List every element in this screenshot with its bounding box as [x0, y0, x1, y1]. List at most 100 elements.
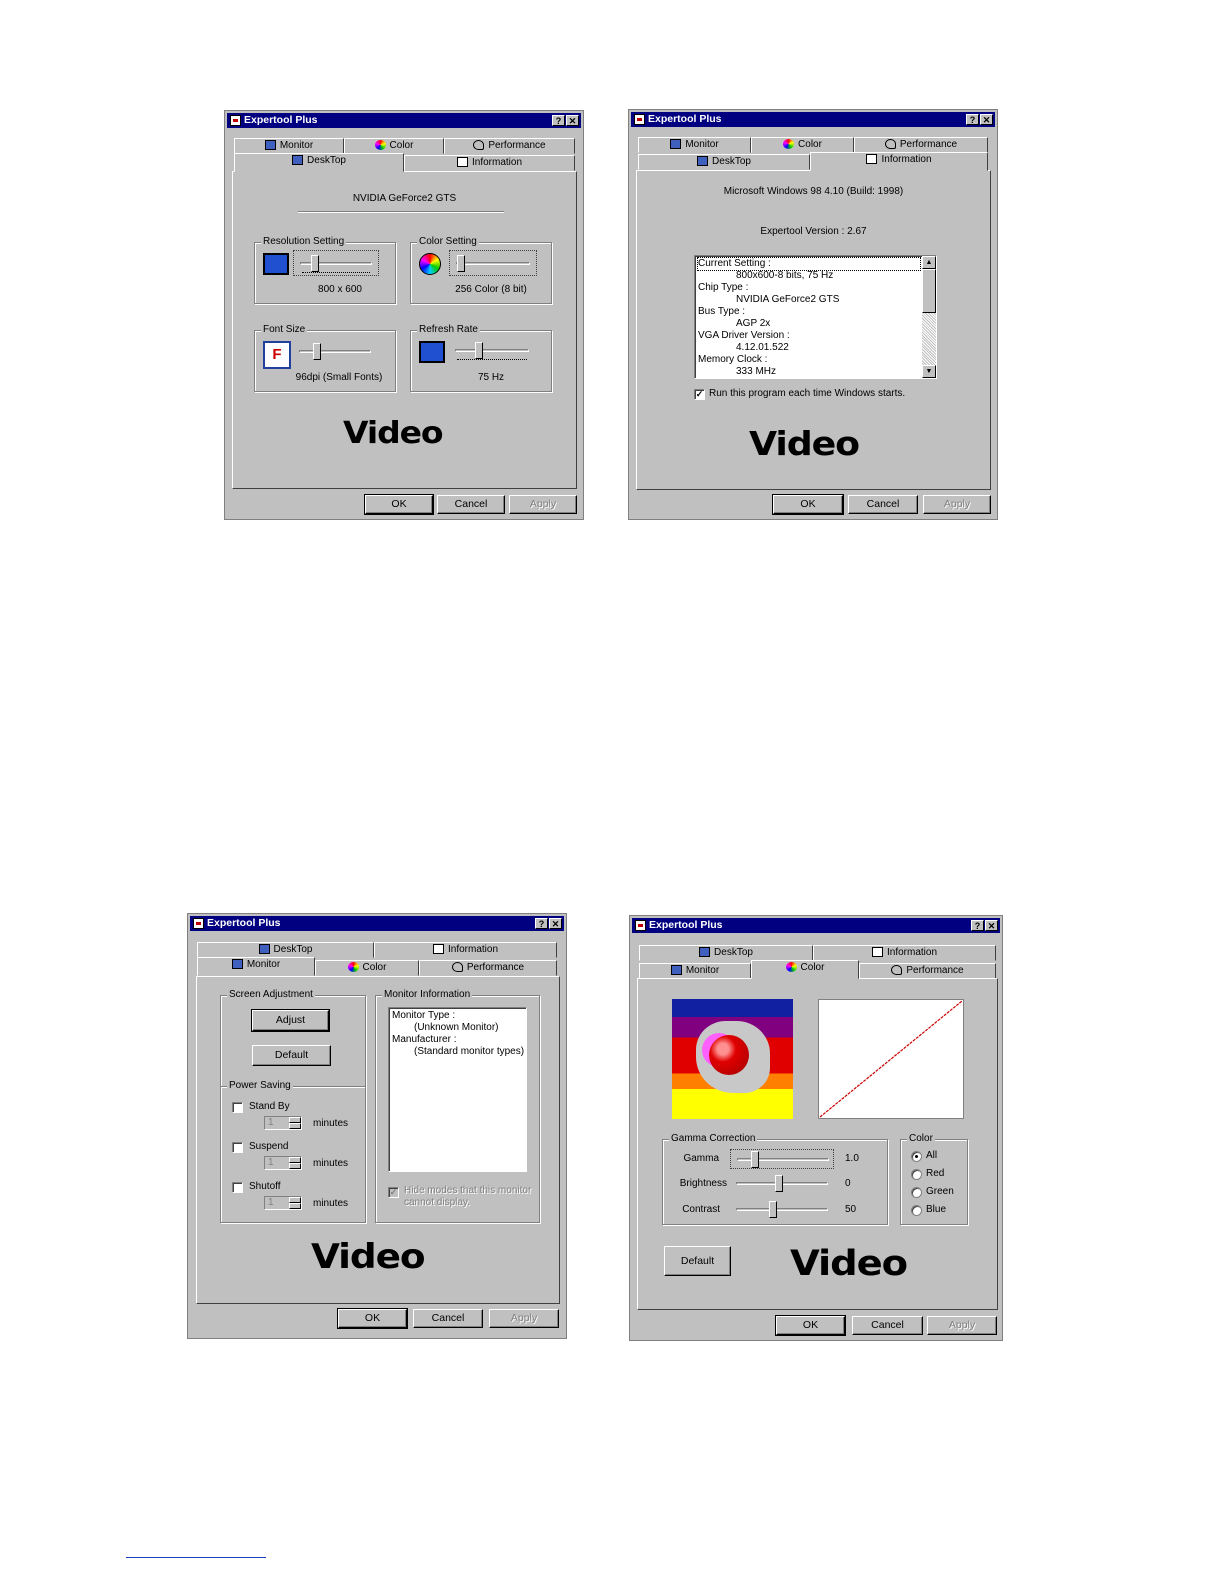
font-icon: F [263, 341, 291, 369]
slider-thumb[interactable] [457, 255, 465, 272]
apply-button[interactable]: Apply [923, 495, 991, 514]
contrast-slider[interactable] [730, 1200, 834, 1220]
tab-performance[interactable]: Performance [444, 138, 575, 154]
font-size-slider[interactable] [293, 339, 379, 363]
tab-desktop[interactable]: DeskTop [639, 945, 813, 961]
tab-desktop[interactable]: DeskTop [638, 154, 810, 170]
monitor-panel: Screen Adjustment Adjust Default Power S… [196, 976, 560, 1304]
ok-button[interactable]: OK [364, 494, 434, 515]
tab-color[interactable]: Color [315, 960, 419, 976]
ok-button[interactable]: OK [775, 1315, 846, 1336]
list-value: NVIDIA GeForce2 GTS [736, 294, 840, 305]
font-size-label: Font Size [261, 323, 308, 337]
stand-by-spinner[interactable]: 1 [264, 1116, 302, 1130]
tab-desktop[interactable]: DeskTop [234, 153, 404, 172]
tab-monitor[interactable]: Monitor [234, 138, 344, 154]
shutoff-spinner[interactable]: 1 [264, 1196, 302, 1210]
tab-information[interactable]: Information [810, 152, 988, 171]
tab-label: Monitor [685, 139, 719, 150]
close-button[interactable]: ✕ [566, 115, 579, 126]
cancel-button[interactable]: Cancel [848, 495, 918, 514]
stand-by-checkbox[interactable] [232, 1102, 243, 1113]
title-bar[interactable]: Expertool Plus ? ✕ [227, 113, 581, 128]
close-button[interactable]: ✕ [549, 918, 562, 929]
list-value: 333 MHz [736, 366, 777, 377]
slider-thumb[interactable] [311, 255, 319, 272]
suspend-checkbox[interactable] [232, 1142, 243, 1153]
gamma-slider[interactable] [730, 1149, 834, 1169]
font-size-value: 96dpi (Small Fonts) [295, 372, 383, 383]
manufacturer-value: (Standard monitor types) [414, 1046, 525, 1057]
color-group-label: Color [907, 1132, 935, 1146]
hide-modes-checkbox[interactable]: ✓ [388, 1187, 399, 1198]
close-button[interactable]: ✕ [985, 920, 998, 931]
suspend-spinner[interactable]: 1 [264, 1156, 302, 1170]
scrollbar[interactable]: ▲ ▼ [922, 256, 936, 378]
cancel-button[interactable]: Cancel [437, 495, 505, 514]
slider-thumb[interactable] [775, 1175, 783, 1192]
help-button[interactable]: ? [552, 115, 565, 126]
help-button[interactable]: ? [966, 114, 979, 125]
help-button[interactable]: ? [535, 918, 548, 929]
refresh-rate-group: Refresh Rate 75 Hz [410, 323, 552, 392]
color-setting-value: 256 Color (8 bit) [455, 284, 527, 295]
tab-information[interactable]: Information [813, 945, 996, 961]
color-setting-slider[interactable] [449, 250, 537, 276]
slider-ticks [457, 359, 527, 363]
scroll-down-arrow-icon[interactable]: ▼ [922, 365, 936, 378]
spin-down-icon[interactable] [289, 1123, 301, 1129]
spin-down-icon[interactable] [289, 1163, 301, 1169]
hide-modes-label: Hide modes that this monitor cannot disp… [404, 1185, 532, 1208]
monitor-information-label: Monitor Information [382, 988, 473, 1002]
tab-label: Color [798, 139, 822, 150]
info-listbox[interactable]: Current Setting : 800x600-8 bits, 75 Hz … [694, 255, 937, 379]
radio-green[interactable] [911, 1187, 922, 1198]
gamma-curve-svg [819, 1000, 963, 1118]
spin-down-icon[interactable] [289, 1203, 301, 1209]
window-title: Expertool Plus [244, 114, 318, 126]
refresh-rate-slider[interactable] [449, 338, 537, 364]
tab-desktop[interactable]: DeskTop [197, 942, 374, 958]
radio-red[interactable] [911, 1169, 922, 1180]
apply-button[interactable]: Apply [927, 1316, 997, 1335]
tab-color[interactable]: Color [751, 137, 854, 153]
cancel-button[interactable]: Cancel [852, 1316, 923, 1335]
close-button[interactable]: ✕ [980, 114, 993, 125]
ok-button[interactable]: OK [337, 1308, 408, 1329]
list-label: Chip Type : [698, 282, 749, 293]
tab-color[interactable]: Color [751, 960, 859, 979]
help-button[interactable]: ? [971, 920, 984, 931]
title-bar[interactable]: Expertool Plus ? ✕ [190, 916, 564, 931]
run-at-start-checkbox[interactable]: ✓ [694, 389, 705, 400]
tab-information[interactable]: Information [374, 942, 557, 958]
radio-blue[interactable] [911, 1205, 922, 1216]
apply-button[interactable]: Apply [509, 495, 577, 514]
screen-adjustment-label: Screen Adjustment [227, 988, 315, 1002]
radio-all[interactable] [911, 1151, 922, 1162]
cancel-button[interactable]: Cancel [413, 1309, 483, 1328]
shutoff-checkbox[interactable] [232, 1182, 243, 1193]
tab-performance[interactable]: Performance [419, 960, 557, 976]
ok-button[interactable]: OK [772, 494, 844, 515]
tab-performance[interactable]: Performance [859, 963, 996, 979]
adjust-button[interactable]: Adjust [251, 1009, 330, 1032]
tab-performance[interactable]: Performance [854, 137, 988, 153]
slider-thumb[interactable] [769, 1201, 777, 1218]
apply-button[interactable]: Apply [489, 1309, 559, 1328]
slider-thumb[interactable] [751, 1151, 759, 1168]
slider-thumb[interactable] [475, 342, 483, 359]
title-bar[interactable]: Expertool Plus ? ✕ [632, 918, 1000, 933]
tab-monitor[interactable]: Monitor [639, 963, 751, 979]
brightness-slider[interactable] [730, 1174, 834, 1194]
scroll-up-arrow-icon[interactable]: ▲ [922, 256, 936, 269]
tab-monitor[interactable]: Monitor [197, 957, 315, 976]
tab-information[interactable]: Information [404, 155, 575, 171]
slider-thumb[interactable] [313, 343, 321, 360]
resolution-slider[interactable] [293, 250, 379, 276]
default-button[interactable]: Default [664, 1246, 731, 1276]
title-bar[interactable]: Expertool Plus ? ✕ [631, 112, 995, 127]
default-button[interactable]: Default [252, 1045, 331, 1066]
scroll-thumb[interactable] [922, 269, 936, 313]
tab-color[interactable]: Color [344, 138, 444, 154]
tab-monitor[interactable]: Monitor [638, 137, 751, 153]
